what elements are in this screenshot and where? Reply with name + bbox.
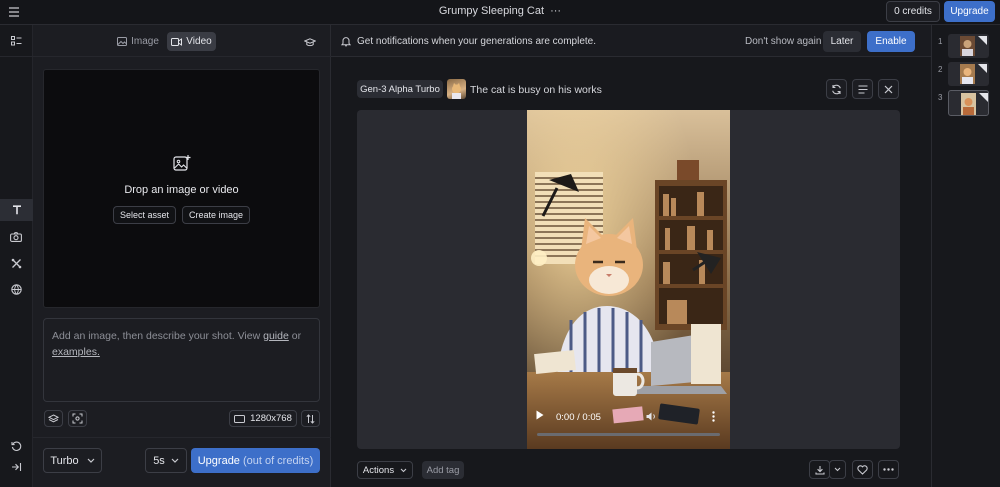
download-options-icon[interactable] xyxy=(829,460,846,479)
bell-icon xyxy=(340,35,352,47)
chevron-down-icon xyxy=(400,468,407,472)
heart-icon[interactable] xyxy=(852,460,873,479)
project-title-text: Grumpy Sleeping Cat xyxy=(438,5,545,17)
add-tag-label: Add tag xyxy=(426,464,460,476)
drop-zone-title: Drop an image or video xyxy=(124,184,239,196)
resolution-label: 1280x768 xyxy=(250,413,292,424)
chevron-down-icon xyxy=(171,458,179,463)
history-thumbnail[interactable] xyxy=(948,34,989,58)
dont-show-again-link[interactable]: Don't show again xyxy=(745,36,821,47)
tab-video-label: Video xyxy=(186,36,212,47)
model-badge-label: Gen-3 Alpha Turbo xyxy=(360,83,440,95)
create-image-label: Create image xyxy=(188,210,244,220)
credits-label: 0 credits xyxy=(894,6,932,17)
lines-icon[interactable] xyxy=(852,79,873,99)
chevron-down-icon xyxy=(87,458,95,463)
video-icon xyxy=(171,37,183,46)
history-index: 3 xyxy=(938,93,943,102)
learn-icon[interactable] xyxy=(303,35,317,49)
play-icon[interactable] xyxy=(536,410,546,422)
download-icon[interactable] xyxy=(809,460,830,479)
enable-label: Enable xyxy=(875,36,907,47)
image-plus-icon xyxy=(172,153,192,173)
tab-video[interactable]: Video xyxy=(167,32,216,51)
tab-image[interactable]: Image xyxy=(114,33,162,50)
history-thumbnail[interactable] xyxy=(948,62,989,86)
select-asset-button[interactable]: Select asset xyxy=(113,206,176,224)
volume-icon[interactable] xyxy=(646,412,658,422)
create-image-button[interactable]: Create image xyxy=(182,206,250,224)
add-tag-button[interactable]: Add tag xyxy=(422,461,464,479)
notification-text: Get notifications when your generations … xyxy=(357,36,597,47)
history-index: 2 xyxy=(938,65,943,74)
actions-label: Actions xyxy=(362,464,395,476)
duration-select[interactable]: 5s xyxy=(145,448,187,473)
layout-icon[interactable] xyxy=(7,34,25,48)
upgrade-button[interactable]: Upgrade xyxy=(944,1,995,22)
prompt-text-mid: or xyxy=(288,330,302,342)
cat-thumbnail-image xyxy=(452,83,461,99)
later-label: Later xyxy=(830,36,854,47)
footer-divider xyxy=(33,437,331,438)
image-icon xyxy=(117,37,128,46)
model-badge: Gen-3 Alpha Turbo xyxy=(357,80,443,98)
cat-at-desk-image xyxy=(527,110,730,449)
guide-link[interactable]: guide xyxy=(263,330,289,342)
generate-suffix: (out of credits) xyxy=(242,454,314,467)
swap-icon[interactable] xyxy=(301,410,320,427)
prompt-thumbnail[interactable] xyxy=(447,79,466,99)
resolution-button[interactable]: 1280x768 xyxy=(229,410,297,427)
refresh-icon[interactable] xyxy=(826,79,847,99)
camera-icon[interactable] xyxy=(7,230,25,244)
text-icon[interactable] xyxy=(0,199,33,221)
menu-icon[interactable] xyxy=(6,5,22,19)
prompt-placeholder: Add an image, then describe your shot. V… xyxy=(52,328,314,360)
generate-label: Upgrade xyxy=(197,454,240,467)
video-menu-icon[interactable] xyxy=(712,411,718,423)
model-select-label: Turbo xyxy=(50,454,79,467)
enable-button[interactable]: Enable xyxy=(867,31,915,52)
layers-icon[interactable] xyxy=(44,410,63,427)
focus-icon[interactable] xyxy=(68,410,87,427)
video-time: 0:00 / 0:05 xyxy=(556,412,601,423)
project-title[interactable]: Grumpy Sleeping Cat ··· xyxy=(400,5,600,17)
history-thumbnail-image xyxy=(961,93,988,115)
duration-select-label: 5s xyxy=(153,454,165,467)
rail-divider xyxy=(0,56,33,57)
aspect-icon xyxy=(234,414,246,423)
upgrade-label: Upgrade xyxy=(950,6,989,17)
video-player[interactable] xyxy=(527,110,730,449)
tab-image-label: Image xyxy=(131,36,159,47)
generate-button[interactable]: Upgrade (out of credits) xyxy=(191,448,320,473)
actions-button[interactable]: Actions xyxy=(357,461,413,479)
history-thumbnail-image xyxy=(960,36,987,56)
generation-prompt: The cat is busy on his works xyxy=(470,84,602,96)
examples-link[interactable]: examples. xyxy=(52,346,100,358)
select-asset-label: Select asset xyxy=(119,210,170,220)
history-thumbnail-image xyxy=(960,64,987,84)
more-icon[interactable] xyxy=(878,460,899,479)
globe-icon[interactable] xyxy=(7,282,25,296)
history-index: 1 xyxy=(938,37,943,46)
prompt-text-before: Add an image, then describe your shot. V… xyxy=(52,330,264,342)
history-icon[interactable] xyxy=(7,439,25,453)
credits-button[interactable]: 0 credits xyxy=(886,1,940,22)
model-select[interactable]: Turbo xyxy=(43,448,102,473)
close-icon[interactable] xyxy=(878,79,899,99)
history-thumbnail[interactable] xyxy=(948,90,989,116)
panel-divider xyxy=(33,56,331,57)
tools-icon[interactable] xyxy=(7,256,25,270)
video-progress-bar[interactable] xyxy=(537,433,720,436)
collapse-icon[interactable] xyxy=(7,460,25,474)
later-button[interactable]: Later xyxy=(823,31,861,52)
title-more-icon[interactable]: ··· xyxy=(550,5,561,17)
